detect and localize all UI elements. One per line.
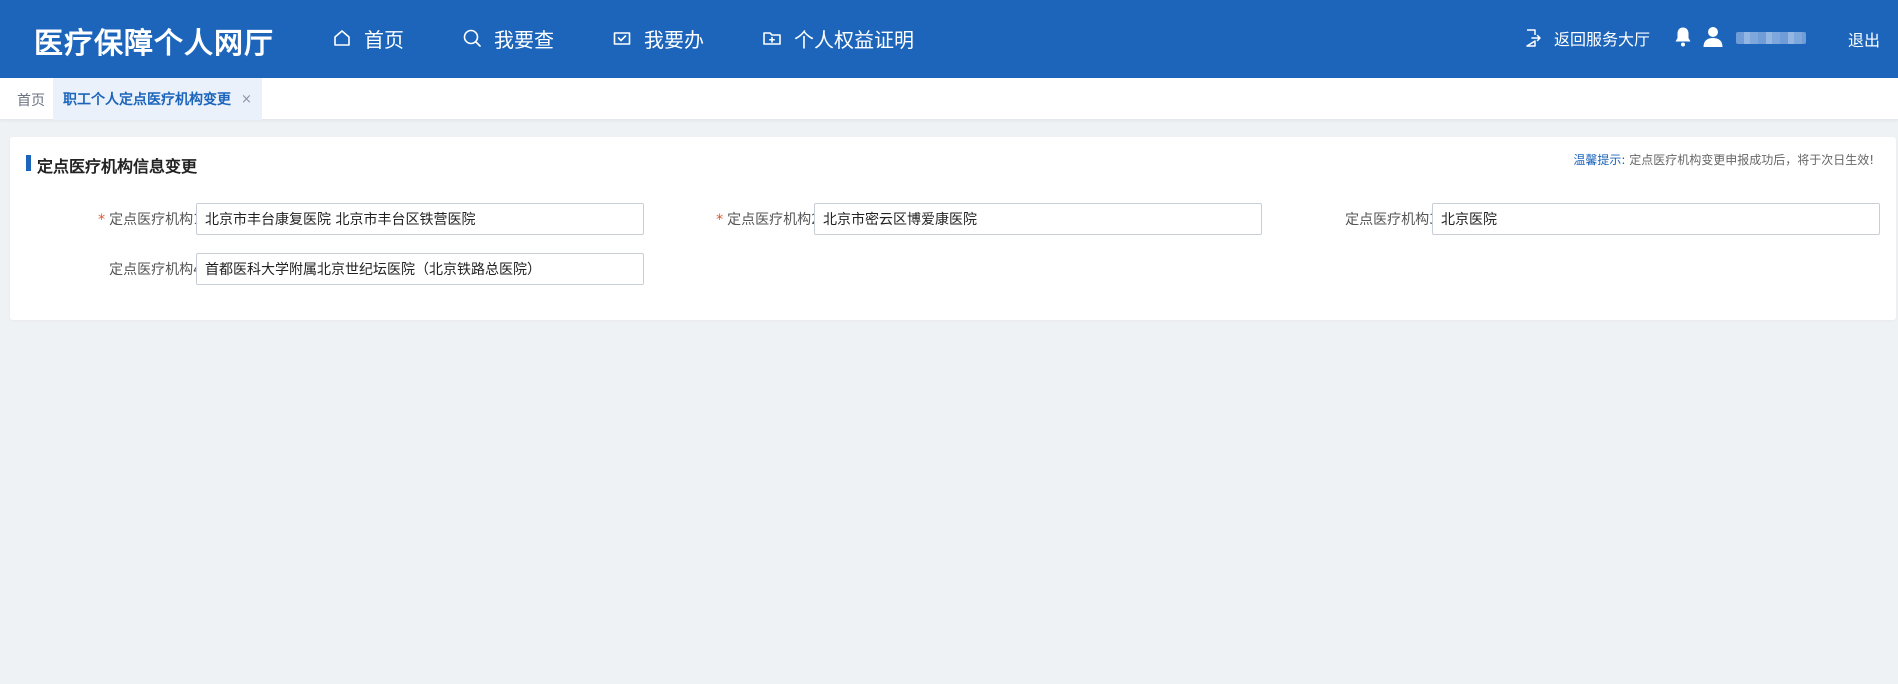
back-to-hall-label: 返回服务大厅 — [1554, 30, 1651, 49]
nav-home[interactable]: 首页 — [332, 24, 404, 52]
field-label-2: * 定点医疗机构2 — [716, 212, 820, 228]
field-label-4: 定点医疗机构4 — [109, 262, 202, 278]
tab-bar: 首页 职工个人定点医疗机构变更 × — [0, 78, 1898, 120]
nav-home-label: 首页 — [364, 27, 404, 52]
site-title: 医疗保障个人网厅 — [34, 26, 275, 60]
tab-active-label: 职工个人定点医疗机构变更 — [63, 92, 231, 108]
bell-icon[interactable] — [1671, 25, 1695, 49]
nav-cert[interactable]: 个人权益证明 — [762, 24, 914, 52]
card-title: 定点医疗机构信息变更 — [37, 157, 198, 176]
username-redacted — [1736, 32, 1806, 44]
user-icon[interactable] — [1702, 25, 1724, 49]
tab-home[interactable]: 首页 — [17, 90, 45, 110]
back-to-hall-link[interactable]: 返回服务大厅 — [1524, 26, 1650, 50]
tip-label: 温馨提示: — [1573, 153, 1626, 167]
exit-icon — [1526, 29, 1541, 47]
tip-text: 定点医疗机构变更申报成功后，将于次日生效! — [1629, 153, 1874, 167]
nav-do[interactable]: 我要办 — [612, 24, 704, 52]
inbox-check-icon — [613, 32, 631, 45]
institution-4-input[interactable]: 首都医科大学附属北京世纪坛医院（北京铁路总医院） — [196, 253, 644, 285]
home-icon — [334, 30, 350, 46]
institution-2-input[interactable]: 北京市密云区博爱康医院 — [814, 203, 1262, 235]
info-change-card: 定点医疗机构信息变更 温馨提示: 定点医疗机构变更申报成功后，将于次日生效! *… — [10, 137, 1896, 320]
close-icon[interactable]: × — [241, 92, 252, 107]
search-icon — [463, 29, 481, 47]
required-mark: * — [716, 212, 724, 228]
nav-query[interactable]: 我要查 — [462, 24, 554, 52]
logout-button[interactable]: 退出 — [1848, 27, 1880, 51]
field-label-1: * 定点医疗机构1 — [98, 212, 202, 228]
nav-do-label: 我要办 — [644, 27, 704, 52]
warm-tip: 温馨提示: 定点医疗机构变更申报成功后，将于次日生效! — [1573, 151, 1874, 168]
institution-1-input[interactable]: 北京市丰台康复医院 北京市丰台区铁营医院 — [196, 203, 644, 235]
field-label-3: 定点医疗机构3 — [1345, 212, 1438, 228]
tab-designated-institution-change[interactable]: 职工个人定点医疗机构变更 × — [53, 78, 262, 120]
nav-cert-label: 个人权益证明 — [794, 27, 914, 52]
title-accent-bar — [26, 155, 31, 171]
top-header: 医疗保障个人网厅 首页 我要查 我要办 个人权益证明 返回服务大厅 退出 — [0, 0, 1898, 78]
required-mark: * — [98, 212, 106, 228]
nav-query-label: 我要查 — [494, 27, 554, 52]
folder-plus-icon — [763, 32, 781, 45]
institution-3-input[interactable]: 北京医院 — [1432, 203, 1880, 235]
